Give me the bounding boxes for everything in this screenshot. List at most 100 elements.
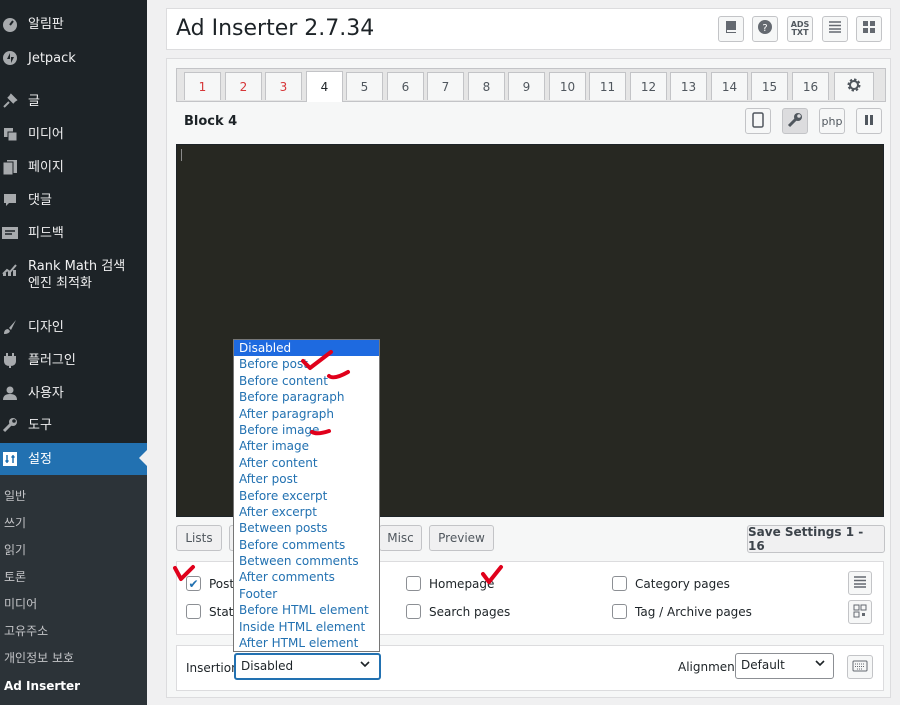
tab-block-6[interactable]: 6 — [387, 72, 424, 100]
submenu-item-writing[interactable]: 쓰기 — [4, 512, 26, 534]
insertion-option[interactable]: After image — [234, 438, 379, 454]
tag-archive-pages-checkbox[interactable] — [612, 604, 627, 619]
sidebar-item-tools[interactable]: 도구 — [0, 410, 147, 440]
insertion-select[interactable]: Disabled — [234, 653, 381, 680]
rank-math-icon — [0, 259, 20, 279]
tab-block-14[interactable]: 14 — [711, 72, 748, 100]
insertion-option[interactable]: Footer — [234, 586, 379, 602]
documentation-button[interactable] — [718, 16, 744, 42]
insertion-option[interactable]: After post — [234, 471, 379, 487]
lists-button[interactable]: Lists — [176, 525, 222, 551]
help-button[interactable]: ? — [752, 16, 778, 42]
tab-block-9[interactable]: 9 — [508, 72, 545, 100]
sidebar-item-jetpack[interactable]: Jetpack — [0, 43, 147, 73]
admin-sidebar: 알림판 Jetpack 글 미디어 페이지 댓글 피드백 Rank Math 검… — [0, 0, 147, 705]
tag-archive-pages-option[interactable]: Tag / Archive pages — [612, 604, 752, 619]
tab-block-3[interactable]: 3 — [265, 72, 302, 100]
submenu-item-ad-inserter[interactable]: Ad Inserter — [4, 675, 80, 697]
pin-icon — [0, 91, 20, 111]
sidebar-item-rank-math[interactable]: Rank Math 검색 엔진 최적화 — [0, 257, 147, 293]
list-view-button[interactable] — [822, 16, 848, 42]
sidebar-item-comments[interactable]: 댓글 — [0, 185, 147, 215]
static-pages-checkbox[interactable] — [186, 604, 201, 619]
insertion-option[interactable]: Before content — [234, 373, 379, 389]
submenu-item-media[interactable]: 미디어 — [4, 593, 37, 615]
insertion-option[interactable]: Before comments — [234, 537, 379, 553]
misc-tools-button[interactable] — [782, 108, 808, 134]
sidebar-item-plugins[interactable]: 플러그인 — [0, 345, 147, 375]
tab-block-13[interactable]: 13 — [670, 72, 707, 100]
insertion-option[interactable]: After HTML element — [234, 635, 379, 651]
insertion-dropdown-list: Disabled Before post Before content Befo… — [233, 339, 380, 652]
tab-block-10[interactable]: 10 — [549, 72, 586, 100]
pause-icon — [864, 114, 874, 129]
keyboard-button[interactable] — [847, 655, 873, 679]
tab-general-settings[interactable] — [834, 72, 874, 100]
search-pages-checkbox[interactable] — [406, 604, 421, 619]
insertion-option[interactable]: After comments — [234, 569, 379, 585]
insertion-option[interactable]: After content — [234, 455, 379, 471]
annotation-check-mark — [173, 565, 195, 581]
tab-block-5[interactable]: 5 — [346, 72, 383, 100]
tab-block-8[interactable]: 8 — [468, 72, 505, 100]
category-pages-checkbox[interactable] — [612, 576, 627, 591]
page-icon — [0, 157, 20, 177]
insertion-option[interactable]: After paragraph — [234, 406, 379, 422]
sidebar-item-settings[interactable]: 설정 — [0, 443, 147, 475]
submenu-item-discussion[interactable]: 토론 — [4, 566, 26, 588]
submenu-item-permalinks[interactable]: 고유주소 — [4, 620, 48, 642]
search-pages-option[interactable]: Search pages — [406, 604, 510, 619]
save-settings-button[interactable]: Save Settings 1 - 16 — [747, 525, 885, 553]
plugin-icon — [0, 350, 20, 370]
category-pages-option[interactable]: Category pages — [612, 576, 730, 591]
sidebar-item-label: 플러그인 — [28, 352, 76, 368]
sidebar-item-appearance[interactable]: 디자인 — [0, 312, 147, 342]
sidebar-item-pages[interactable]: 페이지 — [0, 152, 147, 182]
insertion-option[interactable]: Before image — [234, 422, 379, 438]
list-toggle-button[interactable] — [848, 571, 872, 595]
submenu-item-reading[interactable]: 읽기 — [4, 539, 26, 561]
question-icon: ? — [757, 19, 773, 39]
sidebar-item-feedback[interactable]: 피드백 — [0, 218, 147, 248]
device-detection-button[interactable] — [745, 108, 771, 134]
sidebar-item-label: 설정 — [28, 451, 52, 467]
insertion-option[interactable]: After excerpt — [234, 504, 379, 520]
preview-button[interactable]: Preview — [429, 525, 494, 551]
keyboard-icon — [852, 660, 868, 675]
grid-view-button[interactable] — [856, 16, 882, 42]
alignment-select[interactable]: Default — [735, 653, 834, 679]
gear-icon — [846, 77, 862, 96]
php-toggle-button[interactable]: php — [819, 108, 845, 134]
insertion-option[interactable]: Between posts — [234, 520, 379, 536]
tab-block-4[interactable]: 4 — [306, 71, 343, 102]
sidebar-item-users[interactable]: 사용자 — [0, 378, 147, 408]
insertion-option[interactable]: Before HTML element — [234, 602, 379, 618]
tab-block-15[interactable]: 15 — [751, 72, 788, 100]
tab-block-1[interactable]: 1 — [184, 72, 221, 100]
homepage-checkbox[interactable] — [406, 576, 421, 591]
insertion-option[interactable]: Inside HTML element — [234, 619, 379, 635]
pause-button[interactable] — [856, 108, 882, 134]
insertion-option[interactable]: Before excerpt — [234, 488, 379, 504]
insertion-option[interactable]: Before paragraph — [234, 389, 379, 405]
user-icon — [0, 383, 20, 403]
wrench-icon — [0, 415, 20, 435]
tab-block-16[interactable]: 16 — [792, 72, 829, 100]
chevron-down-icon — [359, 658, 371, 673]
sidebar-item-media[interactable]: 미디어 — [0, 119, 147, 149]
sidebar-item-dashboard[interactable]: 알림판 — [0, 9, 147, 39]
misc-button[interactable]: Misc — [379, 525, 422, 551]
tab-block-12[interactable]: 12 — [630, 72, 667, 100]
insertion-option[interactable]: Between comments — [234, 553, 379, 569]
ads-txt-button[interactable]: ADS TXT — [787, 16, 813, 42]
submenu-item-general[interactable]: 일반 — [4, 485, 26, 507]
tab-block-11[interactable]: 11 — [589, 72, 626, 100]
feedback-icon — [0, 223, 20, 243]
tab-block-2[interactable]: 2 — [225, 72, 262, 100]
sidebar-item-posts[interactable]: 글 — [0, 86, 147, 116]
qr-code-button[interactable] — [848, 600, 872, 624]
submenu-item-privacy[interactable]: 개인정보 보호 — [4, 647, 74, 669]
search-pages-label: Search pages — [429, 604, 511, 619]
sidebar-item-label: 알림판 — [28, 16, 64, 32]
tab-block-7[interactable]: 7 — [427, 72, 464, 100]
